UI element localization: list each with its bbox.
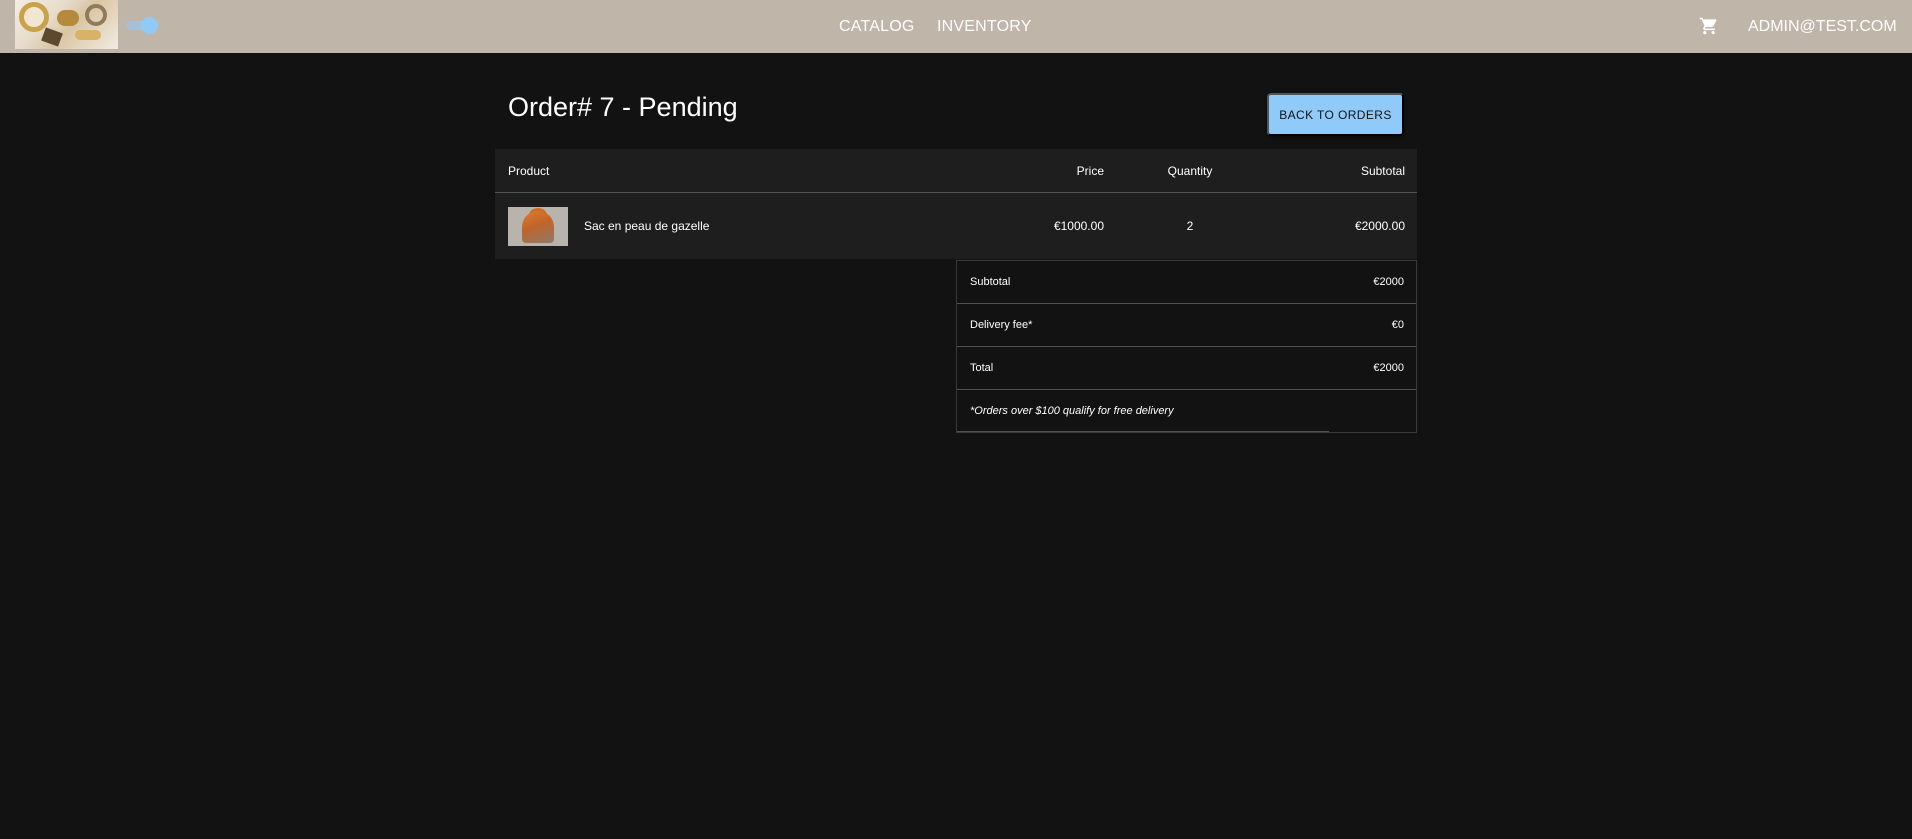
product-subtotal: €2000.00 xyxy=(1354,219,1405,233)
nav-catalog-link[interactable]: CATALOG xyxy=(839,0,915,53)
divider xyxy=(957,431,1329,432)
summary-total-value: €2000 xyxy=(1373,362,1404,374)
toggle-thumb xyxy=(141,17,158,34)
delivery-note-row: *Orders over $100 qualify for free deliv… xyxy=(957,390,1416,432)
summary-delivery-row: Delivery fee* €0 xyxy=(957,304,1416,347)
cart-icon[interactable] xyxy=(1699,16,1719,36)
summary-total-row: Total €2000 xyxy=(957,347,1416,390)
summary-subtotal-value: €2000 xyxy=(1373,276,1404,288)
summary-delivery-value: €0 xyxy=(1391,319,1404,331)
product-name: Sac en peau de gazelle xyxy=(584,219,710,233)
theme-toggle-switch[interactable] xyxy=(124,17,160,34)
order-summary: Subtotal €2000 Delivery fee* €0 Total €2… xyxy=(956,260,1417,433)
product-thumbnail xyxy=(508,207,568,246)
user-menu-link[interactable]: ADMIN@TEST.COM xyxy=(1748,0,1897,53)
header-price: Price xyxy=(1076,163,1104,178)
product-quantity: 2 xyxy=(1186,219,1194,233)
summary-subtotal-label: Subtotal xyxy=(970,276,1011,288)
summary-subtotal-row: Subtotal €2000 xyxy=(957,261,1416,304)
nav-inventory-link[interactable]: INVENTORY xyxy=(937,0,1032,53)
table-header-row: Product Price Quantity Subtotal xyxy=(495,149,1417,193)
header-quantity: Quantity xyxy=(1167,163,1213,178)
header-subtotal: Subtotal xyxy=(1360,163,1405,178)
logo-image[interactable] xyxy=(15,0,118,49)
order-items-table: Product Price Quantity Subtotal Sac en p… xyxy=(495,149,1417,259)
summary-total-label: Total xyxy=(970,362,994,374)
app-bar: CATALOG INVENTORY ADMIN@TEST.COM xyxy=(0,0,1912,53)
product-price: €1000.00 xyxy=(1053,219,1104,233)
table-row: Sac en peau de gazelle €1000.00 2 €2000.… xyxy=(495,193,1417,259)
back-to-orders-button[interactable]: BACK TO ORDERS xyxy=(1267,93,1404,136)
header-product: Product xyxy=(508,163,550,178)
delivery-note: *Orders over $100 qualify for free deliv… xyxy=(970,405,1174,417)
summary-delivery-label: Delivery fee* xyxy=(970,319,1033,331)
page-title: Order# 7 - Pending xyxy=(508,92,738,122)
